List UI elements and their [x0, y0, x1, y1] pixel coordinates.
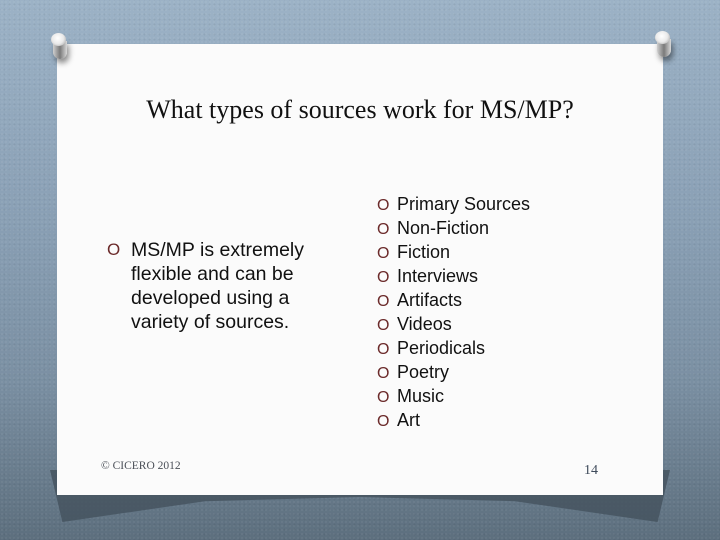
- pushpin-left-icon: [51, 33, 67, 63]
- list-item-label: Music: [397, 386, 445, 406]
- bullet-o-icon: O: [377, 197, 390, 214]
- list-item-label: Non-Fiction: [397, 218, 490, 238]
- bullet-o-icon: O: [377, 221, 390, 238]
- bullet-o-icon: O: [377, 245, 390, 262]
- list-item: O Art: [377, 408, 530, 432]
- list-item: O Videos: [377, 312, 530, 336]
- slide-title: What types of sources work for MS/MP?: [146, 95, 574, 124]
- intro-bullet: O MS/MP is extremely flexible and can be…: [107, 238, 347, 334]
- list-item-label: Videos: [397, 314, 452, 334]
- list-item: O Periodicals: [377, 336, 530, 360]
- list-item: O Music: [377, 384, 530, 408]
- bullet-o-icon: O: [377, 317, 390, 334]
- pushpin-right-icon: [655, 31, 671, 61]
- list-item-label: Fiction: [397, 242, 451, 262]
- list-item: O Poetry: [377, 360, 530, 384]
- bullet-o-icon: O: [377, 389, 390, 406]
- bullet-o-icon: O: [377, 293, 390, 310]
- list-item-label: Art: [397, 410, 421, 430]
- source-types-list: O Primary Sources O Non-Fiction O Fiction O…: [377, 192, 530, 432]
- page-number: 14: [584, 463, 598, 478]
- list-item-label: Periodicals: [397, 338, 486, 358]
- list-item-label: Interviews: [397, 266, 479, 286]
- intro-text: MS/MP is extremely flexible and can be d…: [131, 239, 305, 333]
- bullet-o-icon: O: [377, 365, 390, 382]
- bullet-o-icon: O: [377, 269, 390, 286]
- bullet-o-icon: O: [377, 413, 390, 430]
- list-item: O Fiction: [377, 240, 530, 264]
- list-item-label: Poetry: [397, 362, 450, 382]
- list-item-label: Artifacts: [397, 290, 463, 310]
- list-item: O Non-Fiction: [377, 216, 530, 240]
- bullet-o-icon: O: [107, 240, 121, 259]
- copyright-footer: © CICERO 2012: [101, 460, 181, 472]
- list-item: O Primary Sources: [377, 192, 530, 216]
- bullet-o-icon: O: [377, 341, 390, 358]
- list-item-label: Primary Sources: [397, 194, 531, 214]
- list-item: O Artifacts: [377, 288, 530, 312]
- list-item: O Interviews: [377, 264, 530, 288]
